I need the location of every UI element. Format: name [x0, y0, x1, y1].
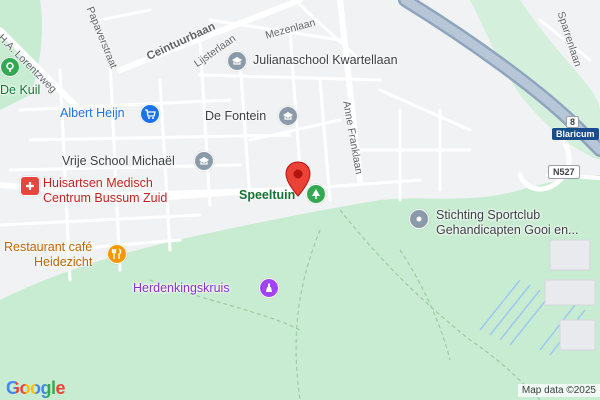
location-marker-icon[interactable] — [285, 161, 311, 197]
road-shield-blaricum: Blaricum — [552, 128, 599, 140]
park-pin-de-kuil[interactable] — [0, 57, 20, 77]
park-icon — [6, 62, 14, 72]
place-label-restaurant-line1[interactable]: Restaurant café — [4, 240, 92, 255]
place-label-sportclub-line2[interactable]: Gehandicapten Gooi en... — [436, 223, 578, 238]
school-pin-vrije-school[interactable] — [194, 151, 214, 171]
monument-pin-herdenkingskruis[interactable] — [259, 278, 279, 298]
place-label-sportclub-line1[interactable]: Stichting Sportclub — [436, 208, 540, 223]
shop-pin-albert-heijn[interactable] — [140, 104, 160, 124]
map-view[interactable]: H.A. Lorentzweg Papaverstraat Ceintuurba… — [0, 0, 600, 400]
medical-pin-huisartsen[interactable] — [20, 176, 40, 196]
place-label-vrije-school[interactable]: Vrije School Michaël — [62, 154, 175, 169]
place-label-julianaschool[interactable]: Julianaschool Kwartellaan — [253, 53, 398, 68]
restaurant-pin-heidezicht[interactable] — [107, 244, 127, 264]
map-attribution[interactable]: Map data ©2025 — [517, 384, 600, 397]
google-logo: Google — [6, 378, 66, 399]
school-icon — [199, 157, 209, 165]
monument-icon — [266, 283, 272, 292]
place-pin-sportclub[interactable] — [409, 209, 429, 229]
shopping-cart-icon — [145, 109, 156, 119]
place-label-albert-heijn[interactable]: Albert Heijn — [60, 106, 125, 121]
google-logo-text: Google — [6, 378, 66, 398]
tree-icon — [312, 189, 320, 199]
place-label-huisartsen-line1[interactable]: Huisartsen Medisch — [43, 176, 153, 191]
place-label-huisartsen-line2[interactable]: Centrum Bussum Zuid — [43, 191, 167, 206]
school-icon — [232, 57, 242, 65]
school-pin-julianaschool[interactable] — [227, 51, 247, 71]
school-pin-de-fontein[interactable] — [278, 106, 298, 126]
place-label-herdenkingskruis[interactable]: Herdenkingskruis — [133, 281, 230, 296]
fork-knife-icon — [111, 248, 122, 259]
road-shield-route-8: 8 — [566, 116, 580, 128]
place-label-restaurant-line2[interactable]: Heidezicht — [34, 255, 92, 270]
school-icon — [283, 112, 293, 120]
map-pin-icon — [416, 216, 422, 222]
place-label-de-fontein[interactable]: De Fontein — [205, 109, 266, 124]
medical-cross-icon — [26, 182, 34, 190]
place-label-de-kuil[interactable]: De Kuil — [0, 83, 40, 98]
road-shield-n527: N527 — [548, 165, 580, 179]
